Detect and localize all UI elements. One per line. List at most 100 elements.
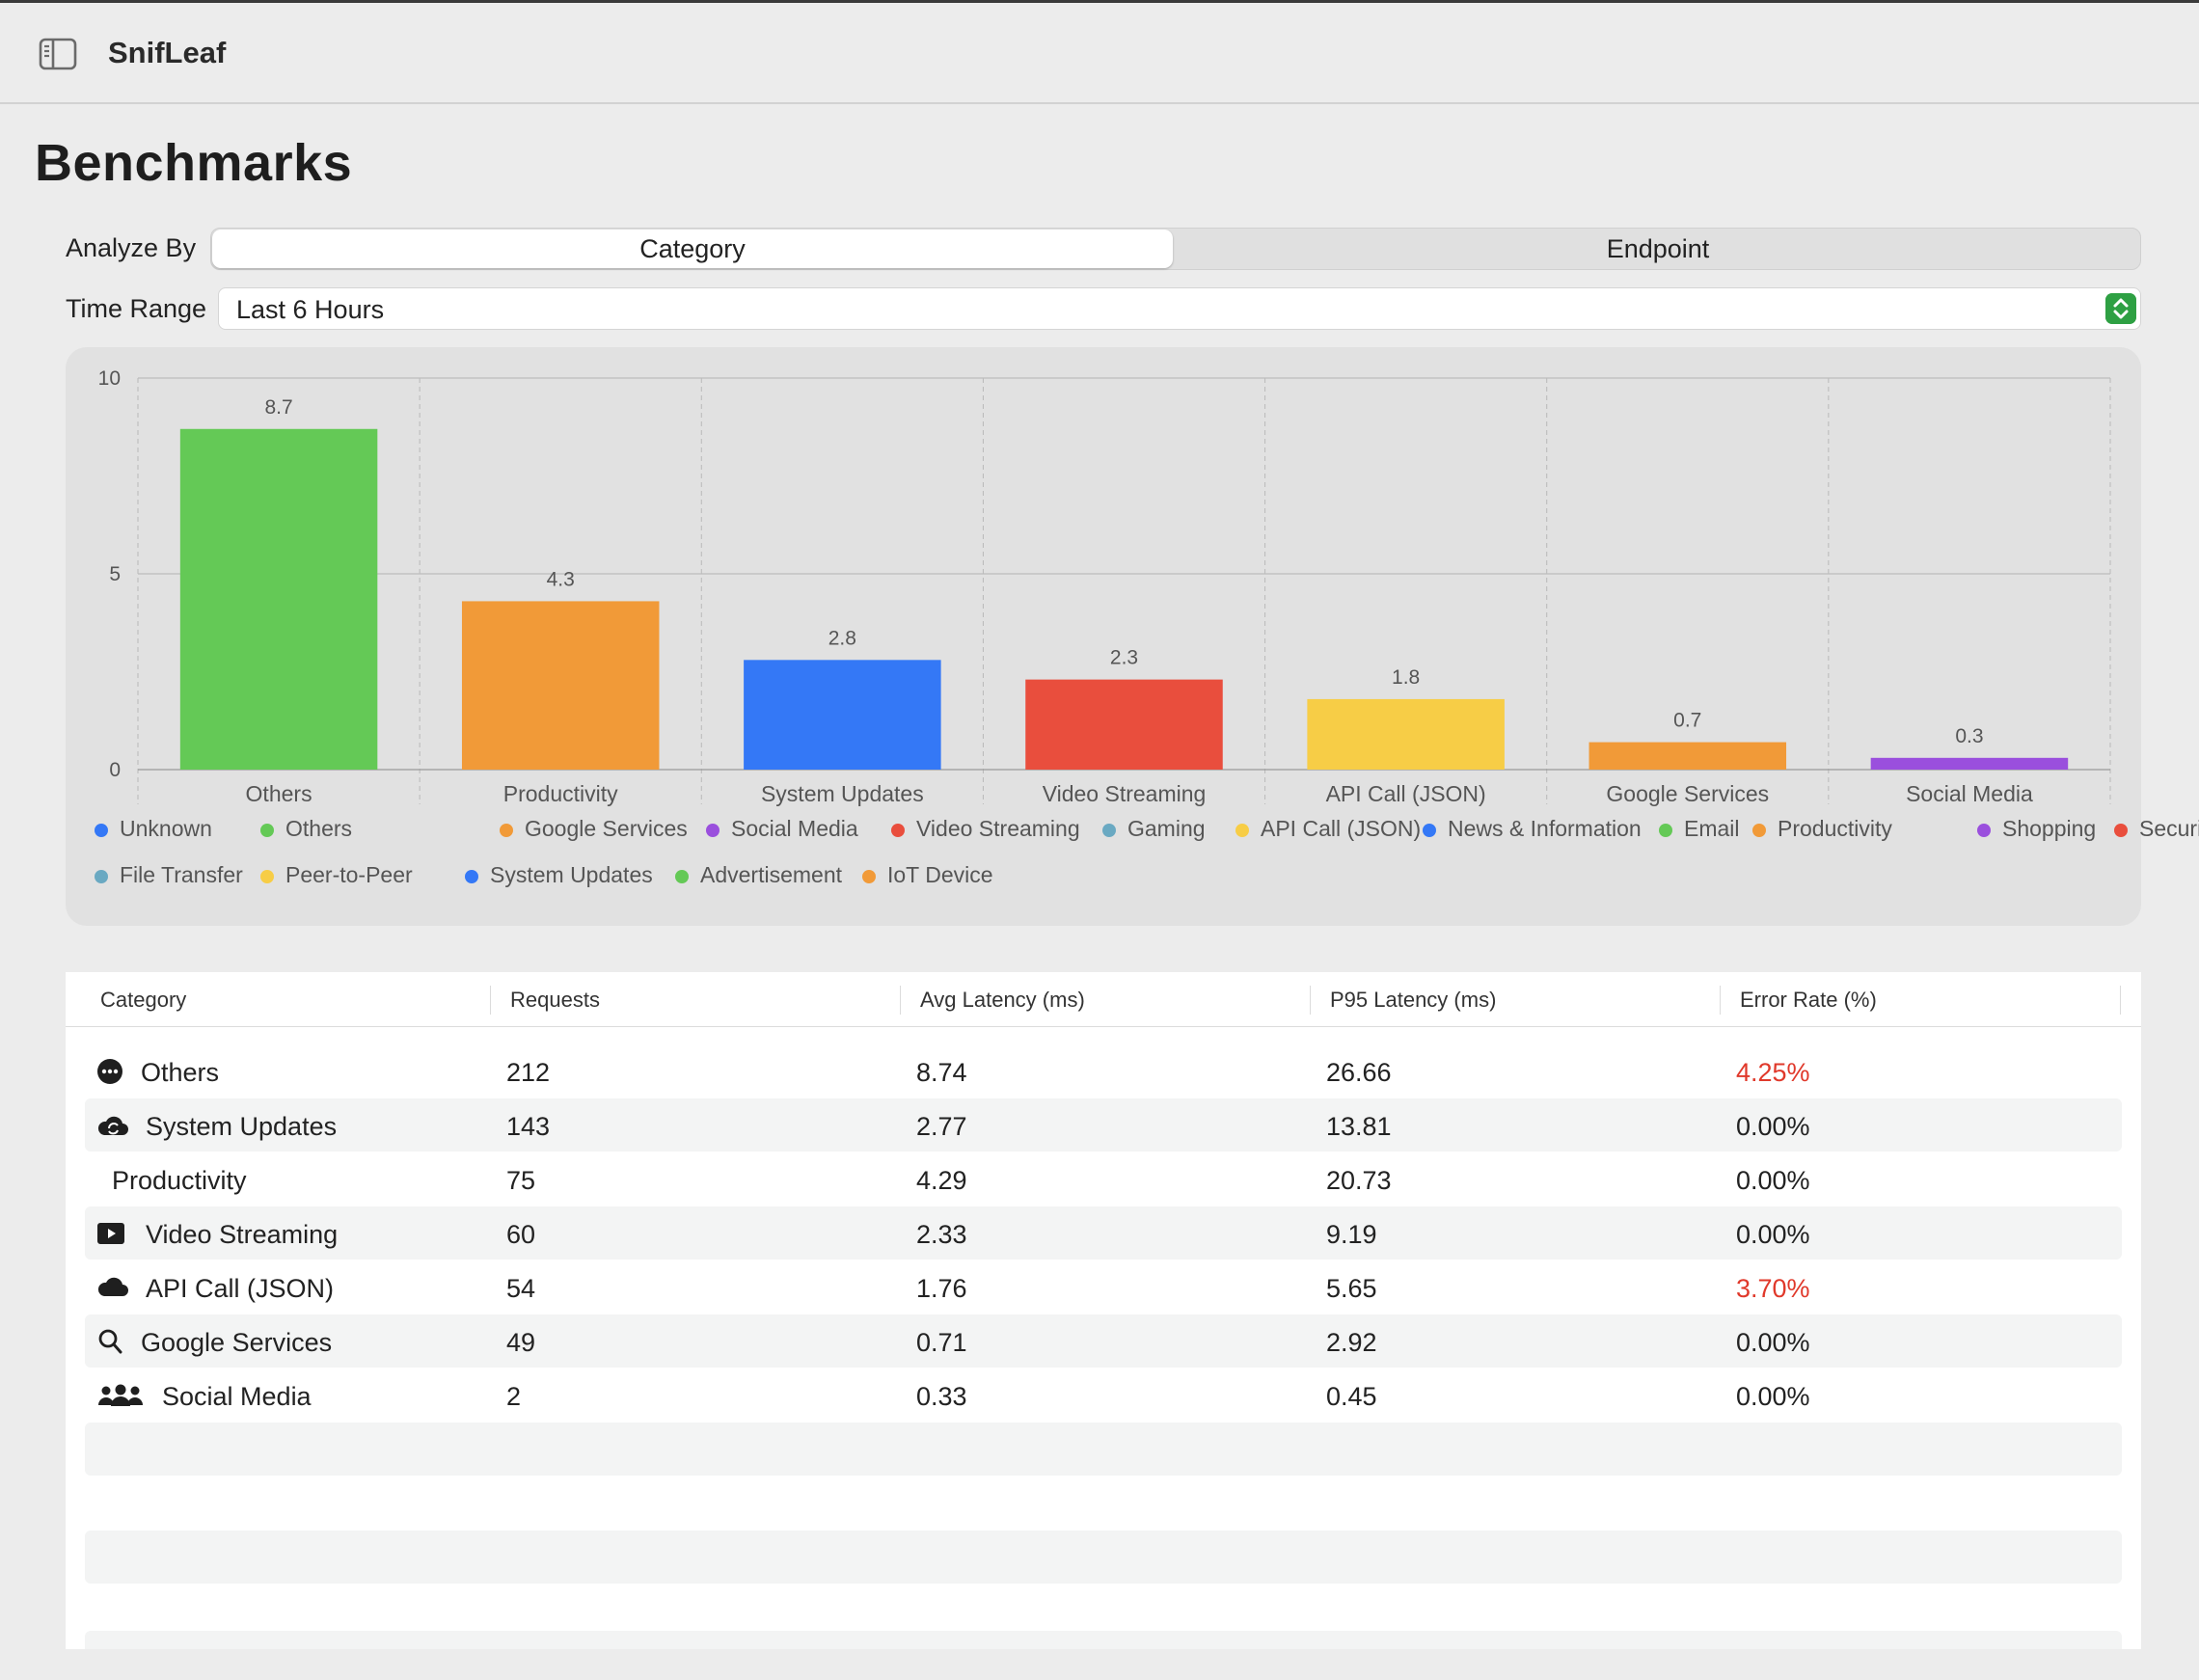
- y-tick-label: 5: [109, 563, 121, 585]
- table-row[interactable]: Social Media 2 0.33 0.45 0.00%: [85, 1368, 2122, 1422]
- segment-category[interactable]: Category: [212, 230, 1173, 268]
- time-range-select[interactable]: Last 6 Hours: [218, 287, 2141, 330]
- bar-value-label: 1.8: [1392, 666, 1420, 689]
- row-error-rate: 0.00%: [1736, 1382, 1810, 1411]
- bar: [179, 428, 378, 770]
- row-requests: 143: [506, 1112, 551, 1141]
- legend-label: Peer-to-Peer: [285, 862, 413, 887]
- column-header-avg-latency[interactable]: Avg Latency (ms): [920, 988, 1085, 1013]
- legend-item: Video Streaming: [891, 816, 1080, 842]
- table-row[interactable]: System Updates 143 2.77 13.81 0.00%: [85, 1098, 2122, 1152]
- legend-item: Social Media: [706, 816, 858, 842]
- row-requests: 60: [506, 1220, 536, 1249]
- column-header-requests[interactable]: Requests: [510, 988, 600, 1013]
- x-tick-label: Others: [246, 781, 312, 806]
- legend-item: API Call (JSON): [1235, 816, 1421, 842]
- window-bottom-edge: [0, 1649, 2199, 1680]
- bar: [1307, 698, 1505, 770]
- legend-item: Peer-to-Peer: [260, 862, 413, 888]
- bar-value-label: 0.3: [1955, 725, 1983, 747]
- legend-swatch: [95, 824, 108, 837]
- row-error-rate: 0.00%: [1736, 1220, 1810, 1249]
- row-p95-latency: 0.45: [1326, 1382, 1377, 1411]
- table-row[interactable]: API Call (JSON) 54 1.76 5.65 3.70%: [85, 1260, 2122, 1314]
- legend-label: File Transfer: [120, 862, 243, 887]
- legend-label: Gaming: [1127, 816, 1206, 841]
- x-tick-label: Productivity: [503, 781, 618, 806]
- x-tick-label: Social Media: [1906, 781, 2033, 806]
- bar-value-label: 2.8: [828, 627, 856, 649]
- cloud-icon: [97, 1277, 128, 1296]
- bar: [1870, 757, 2069, 770]
- table-row[interactable]: Others 212 8.74 26.66 4.25%: [85, 1044, 2122, 1097]
- column-header-category[interactable]: Category: [100, 988, 186, 1013]
- empty-table-row: [85, 1531, 2122, 1584]
- x-tick-label: Google Services: [1606, 781, 1769, 806]
- row-p95-latency: 9.19: [1326, 1220, 1377, 1249]
- legend-label: Social Media: [731, 816, 858, 841]
- legend-item: Google Services: [500, 816, 688, 842]
- bar: [1025, 679, 1223, 770]
- row-error-rate: 0.00%: [1736, 1328, 1810, 1357]
- legend-label: Advertisement: [700, 862, 843, 887]
- y-tick-label: 10: [98, 367, 121, 390]
- benchmark-table: Category Requests Avg Latency (ms) P95 L…: [66, 972, 2141, 1649]
- toolbar: SnifLeaf: [0, 0, 2199, 104]
- chart-panel: 0 5 10 8.7 Others 4.3 Productivity 2.8 System Up…: [66, 347, 2199, 926]
- legend-swatch: [706, 824, 719, 837]
- row-avg-latency: 2.77: [916, 1112, 967, 1141]
- x-tick-label: API Call (JSON): [1326, 781, 1486, 806]
- bar: [744, 660, 941, 770]
- column-divider[interactable]: [1720, 986, 1721, 1015]
- row-p95-latency: 5.65: [1326, 1274, 1377, 1303]
- row-category: Google Services: [141, 1328, 333, 1357]
- legend-label: Security/VPN: [2139, 816, 2199, 841]
- table-row[interactable]: Google Services 49 0.71 2.92 0.00%: [85, 1314, 2122, 1368]
- legend-swatch: [95, 870, 108, 883]
- row-avg-latency: 0.71: [916, 1328, 967, 1357]
- bar-value-label: 2.3: [1110, 647, 1138, 669]
- cloud-sync-icon: [97, 1116, 128, 1135]
- legend-label: Others: [285, 816, 353, 841]
- bar: [1588, 742, 1787, 770]
- legend-swatch: [1102, 824, 1116, 837]
- table-row[interactable]: Video Streaming 60 2.33 9.19 0.00%: [85, 1206, 2122, 1260]
- legend-item: Email: [1659, 816, 1740, 842]
- row-p95-latency: 26.66: [1326, 1058, 1392, 1087]
- legend-item: News & Information: [1423, 816, 1642, 842]
- legend-item: Productivity: [1752, 816, 1892, 842]
- row-requests: 212: [506, 1058, 551, 1087]
- sidebar-toggle-icon[interactable]: [39, 38, 77, 70]
- segment-endpoint[interactable]: Endpoint: [1176, 230, 2140, 268]
- column-header-error-rate[interactable]: Error Rate (%): [1740, 988, 1877, 1013]
- legend-swatch: [1423, 824, 1436, 837]
- legend-label: News & Information: [1448, 816, 1642, 841]
- column-divider[interactable]: [1310, 986, 1311, 1015]
- legend-item: Advertisement: [675, 862, 842, 888]
- bar-value-label: 8.7: [264, 396, 292, 419]
- table-row[interactable]: Productivity 75 4.29 20.73 0.00%: [85, 1152, 2122, 1206]
- column-divider[interactable]: [900, 986, 901, 1015]
- row-category: API Call (JSON): [146, 1274, 335, 1303]
- page-title: Benchmarks: [35, 134, 353, 192]
- empty-table-row: [85, 1631, 2122, 1649]
- row-category: Others: [141, 1058, 220, 1087]
- column-header-p95-latency[interactable]: P95 Latency (ms): [1330, 988, 1496, 1013]
- legend-item: Unknown: [95, 816, 212, 842]
- x-tick-label: System Updates: [761, 781, 924, 806]
- legend-swatch: [862, 870, 876, 883]
- table-header: Category Requests Avg Latency (ms) P95 L…: [66, 972, 2141, 1027]
- legend-swatch: [260, 870, 274, 883]
- legend-item: Shopping: [1977, 816, 2096, 842]
- legend-label: Productivity: [1778, 816, 1892, 841]
- row-error-rate: 3.70%: [1736, 1274, 1810, 1303]
- column-divider[interactable]: [490, 986, 491, 1015]
- app-title: SnifLeaf: [108, 36, 227, 69]
- legend-label: System Updates: [490, 862, 653, 887]
- x-tick-label: Video Streaming: [1043, 781, 1207, 806]
- bar-value-label: 0.7: [1673, 710, 1701, 732]
- row-requests: 49: [506, 1328, 536, 1357]
- legend-swatch: [465, 870, 478, 883]
- column-divider[interactable]: [2120, 986, 2121, 1015]
- bar: [461, 601, 660, 770]
